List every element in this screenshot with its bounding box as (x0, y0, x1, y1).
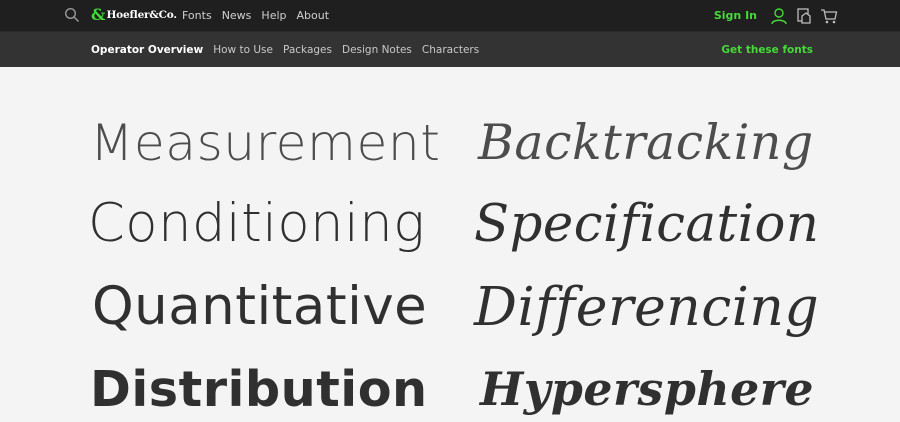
main-nav: Fonts News Help About (182, 0, 339, 31)
subnav-design-notes[interactable]: Design Notes (342, 44, 412, 56)
subnav-characters[interactable]: Characters (422, 44, 479, 56)
nav-fonts[interactable]: Fonts (182, 9, 212, 22)
specimen-roman-4: Distribution (90, 360, 428, 418)
search-icon[interactable] (64, 7, 80, 23)
nav-news[interactable]: News (222, 9, 252, 22)
specimen-italic-1: Backtracking (478, 114, 814, 171)
brand-ampersand: & (91, 5, 106, 24)
favorites-icon[interactable] (795, 7, 813, 25)
specimen-roman-3: Quantitative (92, 276, 428, 337)
specimen-italic-4: Hypersphere (480, 362, 814, 416)
nav-help[interactable]: Help (261, 9, 286, 22)
user-icon[interactable] (770, 7, 788, 25)
sign-in-link[interactable]: Sign In (714, 9, 757, 22)
cart-icon[interactable] (820, 7, 838, 25)
get-these-fonts-link[interactable]: Get these fonts (721, 32, 813, 67)
product-subnav: Operator Overview How to Use Packages De… (91, 32, 489, 67)
specimen-italic-3: Differencing (474, 275, 820, 338)
specimen-roman-1: Measurement (90, 113, 441, 172)
brand-name: Hoefler&Co. (106, 9, 177, 21)
type-specimen: Measurement Backtracking Conditioning Sp… (0, 67, 900, 422)
nav-about[interactable]: About (297, 9, 330, 22)
brand-logo[interactable]: & Hoefler&Co. (91, 7, 177, 23)
specimen-roman-2: Conditioning (88, 193, 426, 254)
user-area: Sign In (714, 0, 838, 31)
specimen-italic-2: Specification (474, 194, 820, 254)
subnav-how-to-use[interactable]: How to Use (213, 44, 273, 56)
product-subnav-bar: Operator Overview How to Use Packages De… (0, 31, 900, 67)
top-navigation-bar: & Hoefler&Co. Fonts News Help About Sign… (0, 0, 900, 31)
subnav-operator-overview[interactable]: Operator Overview (91, 44, 203, 56)
subnav-packages[interactable]: Packages (283, 44, 332, 56)
